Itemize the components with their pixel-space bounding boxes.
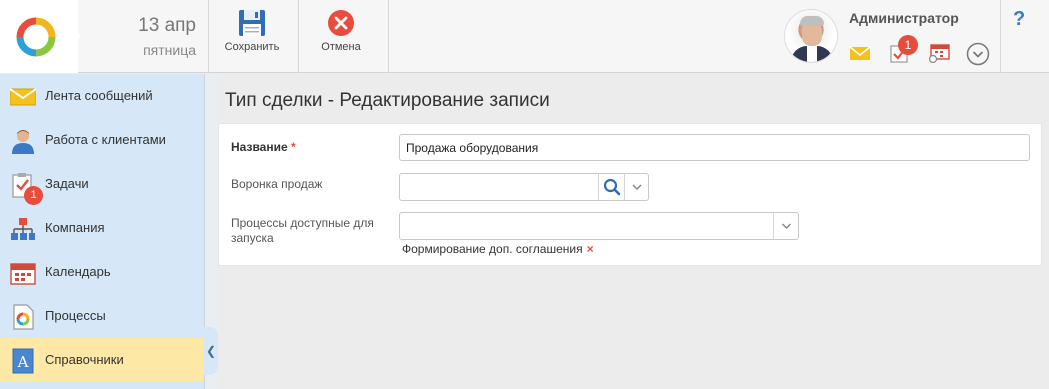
mail-icon	[10, 88, 36, 106]
process-icon	[13, 304, 34, 330]
sidebar-item-label: Работа с клиентами	[45, 132, 166, 147]
user-avatar[interactable]	[784, 9, 838, 63]
svg-text:A: A	[17, 353, 29, 371]
remove-tag-icon[interactable]: ×	[587, 242, 594, 256]
top-bar: 13 апр пятница Сохранить Отмена Админист…	[0, 0, 1049, 73]
date-weekday: пятница	[143, 42, 196, 58]
logo-arrow	[66, 0, 80, 73]
date-block: 13 апр пятница	[100, 14, 196, 58]
sidebar-item-label: Задачи	[45, 176, 89, 191]
date-day: 13 апр	[138, 15, 196, 36]
tasks-badge: 1	[24, 186, 43, 205]
processes-select[interactable]	[399, 212, 799, 240]
sidebar-item-label: Процессы	[45, 308, 106, 323]
processes-label: Процессы доступные для запуска	[231, 216, 374, 245]
process-tag: Формирование доп. соглашения ×	[402, 242, 594, 256]
toolbar-divider	[1000, 0, 1001, 73]
page-title: Тип сделки - Редактирование записи	[225, 90, 550, 111]
calendar-clock-icon[interactable]	[928, 43, 950, 63]
funnel-input[interactable]	[404, 178, 594, 196]
tasks-badge: 1	[898, 35, 918, 55]
client-icon	[12, 130, 34, 154]
sidebar-item-label: Лента сообщений	[45, 88, 153, 103]
chevron-left-icon: ❮	[205, 344, 217, 358]
chevron-down-circle-icon[interactable]	[966, 42, 990, 66]
sidebar-item-label: Справочники	[45, 352, 124, 367]
cancel-circle-icon	[328, 10, 354, 36]
org-chart-icon	[11, 218, 35, 240]
required-mark: *	[291, 140, 296, 154]
floppy-disk-icon	[239, 10, 265, 36]
sidebar-item-calendar[interactable]: Календарь	[0, 250, 204, 294]
edit-form: Название * Воронка продаж Процессы досту…	[218, 123, 1042, 266]
funnel-search-button[interactable]	[598, 174, 624, 200]
sidebar-item-label: Компания	[45, 220, 105, 235]
toolbar-divider	[298, 0, 299, 73]
sidebar-item-processes[interactable]: Процессы	[0, 294, 204, 338]
search-icon	[603, 178, 621, 196]
cancel-label: Отмена	[321, 41, 361, 53]
chevron-down-icon	[632, 184, 642, 191]
save-button[interactable]: Сохранить	[214, 0, 290, 73]
user-name[interactable]: Администратор	[849, 10, 959, 26]
toolbar-divider	[208, 0, 209, 73]
chevron-down-icon	[781, 223, 792, 230]
directory-icon: A	[12, 348, 34, 374]
funnel-label: Воронка продаж	[231, 177, 323, 191]
sidebar-item-company[interactable]: Компания	[0, 206, 204, 250]
sidebar-collapse-button[interactable]: ❮	[204, 327, 218, 375]
toolbar-divider	[388, 0, 389, 73]
cancel-button[interactable]: Отмена	[306, 0, 376, 73]
calendar-icon	[10, 263, 36, 285]
mail-icon[interactable]	[849, 43, 871, 63]
process-tag-label: Формирование доп. соглашения	[402, 242, 583, 256]
name-label: Название *	[231, 140, 296, 154]
funnel-dropdown-button[interactable]	[624, 174, 648, 200]
funnel-select[interactable]	[399, 173, 649, 201]
sidebar-item-label: Календарь	[45, 264, 111, 279]
sidebar-item-directories[interactable]: A Справочники	[0, 338, 204, 382]
save-label: Сохранить	[224, 41, 280, 53]
processes-input[interactable]	[404, 217, 764, 235]
sidebar-item-feed[interactable]: Лента сообщений	[0, 74, 204, 118]
sidebar-item-clients[interactable]: Работа с клиентами	[0, 118, 204, 162]
sidebar: Лента сообщений Работа с клиентами 1 Зад…	[0, 74, 204, 389]
name-field[interactable]	[399, 134, 1030, 161]
help-button[interactable]: ?	[1013, 8, 1025, 31]
processes-dropdown-button[interactable]	[773, 213, 798, 239]
sidebar-item-tasks[interactable]: 1 Задачи	[0, 162, 204, 206]
